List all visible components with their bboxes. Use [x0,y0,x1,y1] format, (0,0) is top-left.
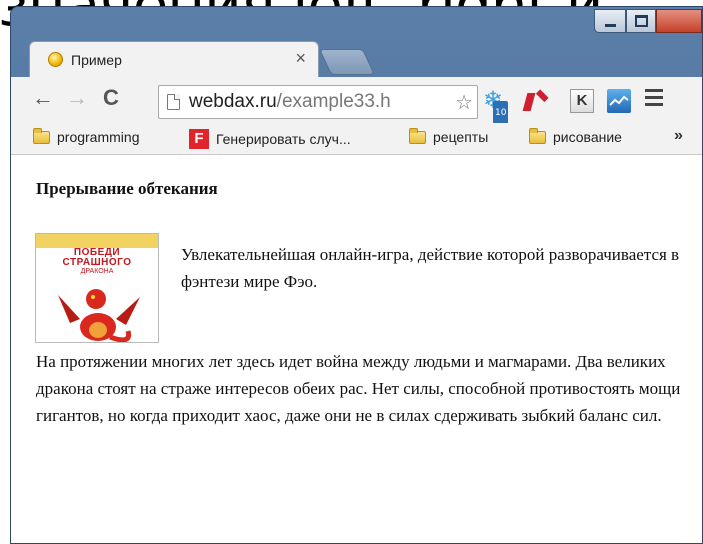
tab-strip: Пример × [11,33,702,77]
tab-example[interactable]: Пример × [29,41,319,77]
bookmark-drawing[interactable]: рисование [529,127,622,145]
bookmark-label: рецепты [433,129,489,145]
bookmark-star-icon[interactable]: ☆ [455,90,473,115]
bookmark-recipes[interactable]: рецепты [409,127,489,145]
body-paragraph: На протяжении многих лет здесь идет войн… [36,352,681,425]
cover-title-line2: СТРАШНОГО [62,257,132,268]
maximize-button[interactable] [626,9,656,33]
cover-band [36,234,158,248]
favicon-icon [48,52,63,67]
bookmark-label: programming [57,129,140,145]
folder-icon [409,127,426,144]
tab-title: Пример [71,51,122,68]
page-icon [167,94,180,110]
folder-icon [529,127,546,144]
bookmarks-bar: programming F Генерировать случ... рецеп… [11,123,702,155]
cover-subtitle: ДРАКОНА [80,268,114,275]
minimize-icon [604,23,616,27]
extension-badge: 10 [493,101,509,125]
url-path: /example33.h [276,91,391,112]
window-controls [594,9,702,33]
site-logo-icon: F [189,129,209,149]
menu-icon[interactable] [645,89,663,110]
snowflake-extension-icon[interactable]: ❄10 [483,89,509,125]
folder-icon [33,127,50,144]
minimize-button[interactable] [594,9,626,33]
chart-extension-icon[interactable] [607,89,631,113]
bookmark-programming[interactable]: programming [33,127,140,145]
address-bar[interactable]: webdax.ru/example33.h ☆ [158,85,478,119]
new-tab-button[interactable] [318,49,376,75]
reload-button[interactable]: C [97,85,125,111]
bookmark-label: Генерировать случ... [216,131,351,147]
dragon-illustration [58,289,140,342]
back-button[interactable]: ← [29,85,57,111]
intro-paragraph: Увлекательнейшая онлайн-игра, действие к… [181,245,680,291]
url-domain: webdax.ru [189,91,277,112]
bookmark-label: рисование [553,129,622,145]
k-extension-icon[interactable]: K [570,89,594,113]
cover-title: ПОБЕДИ СТРАШНОГО [36,248,158,268]
forward-button[interactable]: → [63,85,91,111]
bookmark-generate[interactable]: F Генерировать случ... [189,129,351,149]
game-cover-image: ПОБЕДИ СТРАШНОГО ДРАКОНА [35,233,159,343]
kaspersky-extension-icon[interactable] [522,89,549,113]
browser-window: Пример × ← → C webdax.ru/example33.h ☆ ❄… [10,6,703,544]
tab-close-icon[interactable]: × [295,48,306,69]
page-content: Прерывание обтекания ПОБЕДИ СТРАШНОГО ДР… [11,155,702,543]
close-window-button[interactable] [656,9,702,33]
maximize-icon [634,15,648,27]
page-heading: Прерывание обтекания [36,179,218,198]
bookmarks-overflow-button[interactable]: » [674,127,683,145]
